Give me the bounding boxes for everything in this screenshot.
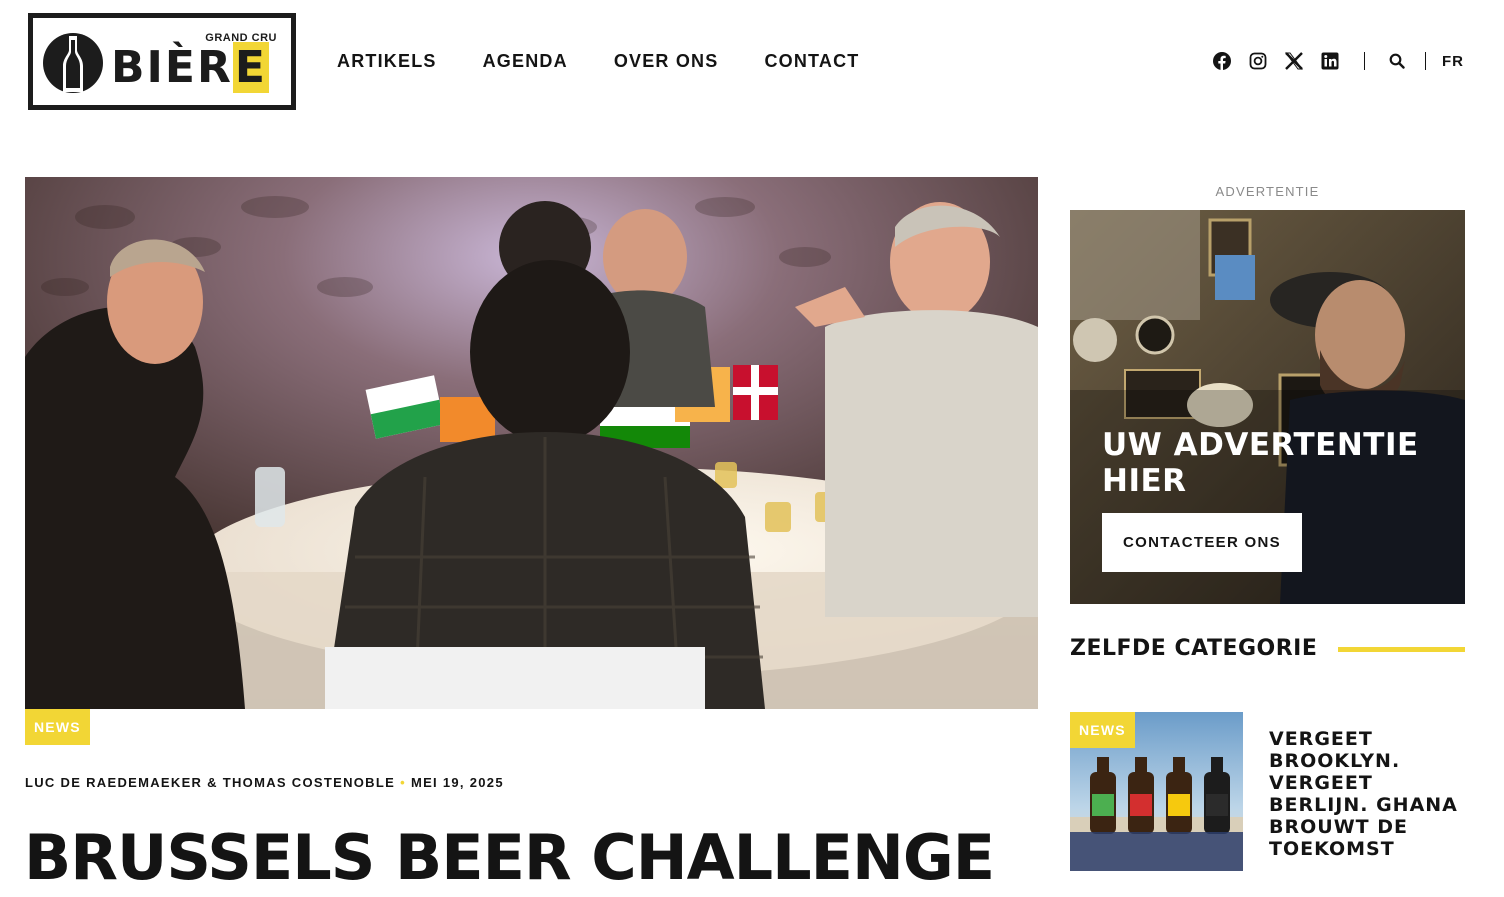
linkedin-icon[interactable] bbox=[1320, 51, 1340, 71]
search-icon[interactable] bbox=[1387, 51, 1407, 71]
related-category-badge[interactable]: NEWS bbox=[1070, 712, 1135, 748]
logo-tagline: GRAND CRU bbox=[205, 32, 277, 44]
site-logo[interactable]: BIÈRE GRAND CRU bbox=[28, 13, 296, 110]
contact-us-button[interactable]: CONTACTEER ONS bbox=[1102, 513, 1302, 572]
header-tools: FR bbox=[1212, 51, 1464, 71]
logo-wordmark: BIÈRE bbox=[111, 42, 269, 93]
nav-item-agenda[interactable]: AGENDA bbox=[483, 50, 568, 72]
main-nav: ARTIKELS AGENDA OVER ONS CONTACT bbox=[337, 50, 906, 72]
beer-bottle-logo-icon bbox=[43, 33, 103, 93]
article-authors[interactable]: LUC DE RAEDEMAEKER & THOMAS COSTENOBLE bbox=[25, 775, 395, 790]
separator-dot: • bbox=[400, 775, 406, 790]
article-category-badge[interactable]: NEWS bbox=[25, 709, 90, 745]
facebook-icon[interactable] bbox=[1212, 51, 1232, 71]
section-title-underline bbox=[1338, 647, 1465, 652]
related-article-title[interactable]: VERGEET BROOKLYN. VERGEET BERLIJN. GHANA… bbox=[1269, 728, 1469, 860]
article-title: BRUSSELS BEER CHALLENGE bbox=[24, 821, 995, 894]
divider bbox=[1364, 52, 1365, 70]
nav-item-artikels[interactable]: ARTIKELS bbox=[337, 50, 437, 72]
ad-headline: UW ADVERTENTIE HIER bbox=[1102, 427, 1419, 499]
article-date: MEI 19, 2025 bbox=[410, 775, 504, 790]
divider bbox=[1425, 52, 1426, 70]
nav-item-contact[interactable]: CONTACT bbox=[764, 50, 859, 72]
instagram-icon[interactable] bbox=[1248, 51, 1268, 71]
article-hero-image bbox=[25, 177, 1038, 709]
x-icon[interactable] bbox=[1284, 51, 1304, 71]
language-switch[interactable]: FR bbox=[1442, 53, 1464, 70]
section-title: ZELFDE CATEGORIE bbox=[1070, 636, 1318, 661]
nav-item-over-ons[interactable]: OVER ONS bbox=[614, 50, 719, 72]
ad-label: ADVERTENTIE bbox=[1215, 184, 1320, 199]
article-byline: LUC DE RAEDEMAEKER & THOMAS COSTENOBLE • M… bbox=[25, 775, 504, 790]
